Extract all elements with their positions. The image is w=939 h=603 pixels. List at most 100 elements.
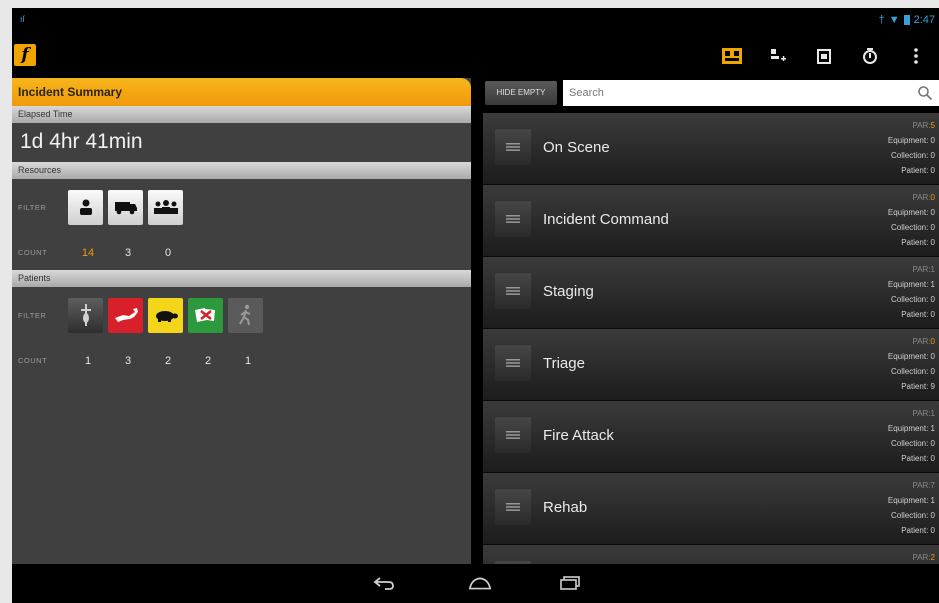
patient-count: Patient: 0 [901, 310, 935, 319]
patients-count-row: COUNT 1 3 2 2 1 [12, 343, 471, 378]
par-value: 0 [930, 337, 935, 346]
par-value: 1 [930, 265, 935, 274]
group-list: On Scene PAR:5 Equipment: 0 Collection: … [483, 113, 939, 564]
par-value: 2 [930, 553, 935, 562]
par-value: 7 [930, 481, 935, 490]
minor-filter-icon[interactable] [188, 297, 223, 333]
group-on-scene[interactable]: On Scene PAR:5 Equipment: 0 Collection: … [483, 113, 939, 185]
apparatus-filter-icon[interactable] [108, 189, 143, 225]
par-value: 1 [930, 409, 935, 418]
walking-count: 1 [244, 354, 252, 367]
tablet-screen: ıſ † ▼ 2:47 f Incident Summary Elapsed T… [12, 8, 939, 603]
elapsed-time-value: 1d 4hr 41min [20, 130, 143, 153]
patient-count: Patient: 0 [901, 526, 935, 535]
drag-handle-icon[interactable] [495, 201, 531, 237]
collection-count: Collection: 0 [890, 223, 935, 232]
resources-filter-row: FILTER [12, 179, 471, 235]
search-input[interactable] [563, 80, 903, 106]
overflow-menu-icon[interactable] [893, 34, 939, 78]
par-value: 0 [930, 193, 935, 202]
collection-count: Collection: 0 [890, 439, 935, 448]
group-stats: PAR:7 Equipment: 1 Collection: 0 Patient… [888, 478, 935, 538]
patient-count: Patient: 0 [901, 454, 935, 463]
incident-summary-panel: Incident Summary Elapsed Time 1d 4hr 41m… [12, 78, 471, 564]
drag-handle-icon[interactable] [495, 273, 531, 309]
equipment-count: Equipment: 1 [887, 280, 935, 289]
equipment-count: Equipment: 0 [887, 352, 935, 361]
collection-count: Collection: 0 [890, 151, 935, 160]
recents-icon[interactable] [558, 572, 582, 594]
group-rehab[interactable]: Rehab PAR:7 Equipment: 1 Collection: 0 P… [483, 473, 939, 545]
status-bar: ıſ † ▼ 2:47 [12, 8, 939, 34]
group-partial[interactable]: PAR:2 [483, 545, 939, 564]
group-stats: PAR:0 Equipment: 0 Collection: 0 Patient… [888, 190, 935, 250]
group-name: Rehab [543, 499, 588, 516]
group-fire-attack[interactable]: Fire Attack PAR:1 Equipment: 1 Collectio… [483, 401, 939, 473]
par-label: PAR: [912, 265, 931, 274]
immediate-rabbit-filter-icon[interactable] [108, 297, 143, 333]
drag-handle-icon[interactable] [495, 417, 531, 453]
group-name: Triage [543, 355, 585, 372]
home-icon[interactable] [468, 572, 492, 594]
hide-empty-button[interactable]: HIDE EMPTY [485, 81, 557, 105]
assign-icon[interactable] [801, 34, 847, 78]
resources-header: Resources [12, 162, 471, 179]
group-name: Incident Command [543, 211, 669, 228]
group-stats: PAR:2 [912, 550, 935, 564]
equipment-count: Equipment: 0 [887, 136, 935, 145]
group-stats: PAR:0 Equipment: 0 Collection: 0 Patient… [888, 334, 935, 394]
patient-count: Patient: 0 [901, 166, 935, 175]
status-icons: † ▼ 2:47 [879, 14, 935, 26]
group-triage[interactable]: Triage PAR:0 Equipment: 0 Collection: 0 … [483, 329, 939, 401]
battery-icon [903, 15, 910, 25]
groups-panel: HIDE EMPTY On Scene PAR:5 Equipment: 0 C… [483, 78, 939, 564]
group-stats: PAR:1 Equipment: 1 Collection: 0 Patient… [888, 406, 935, 466]
patients-filter-label: FILTER [18, 310, 47, 320]
par-label: PAR: [912, 553, 931, 562]
group-staging[interactable]: Staging PAR:1 Equipment: 1 Collection: 0… [483, 257, 939, 329]
par-label: PAR: [912, 121, 931, 130]
crew-filter-icon[interactable] [148, 189, 183, 225]
drag-handle-icon[interactable] [495, 345, 531, 381]
bluetooth-icon: † [878, 14, 885, 26]
delayed-turtle-filter-icon[interactable] [148, 297, 183, 333]
timer-icon[interactable] [847, 34, 893, 78]
search-icon[interactable] [917, 85, 933, 106]
resources-filter-label: FILTER [18, 202, 47, 212]
collection-count: Collection: 0 [890, 511, 935, 520]
back-icon[interactable] [372, 572, 396, 594]
equipment-count: Equipment: 1 [887, 424, 935, 433]
collection-count: Collection: 0 [890, 295, 935, 304]
group-stats: PAR:5 Equipment: 0 Collection: 0 Patient… [888, 118, 935, 178]
walking-filter-icon[interactable] [228, 297, 263, 333]
add-unit-icon[interactable] [755, 34, 801, 78]
patients-count-label: COUNT [18, 356, 48, 365]
groups-toolbar: HIDE EMPTY [483, 78, 939, 108]
summary-header: Incident Summary [12, 78, 471, 106]
par-label: PAR: [912, 193, 931, 202]
par-label: PAR: [912, 409, 931, 418]
patients-header: Patients [12, 270, 471, 287]
group-name: On Scene [543, 139, 610, 156]
clock-text: 2:47 [913, 14, 935, 26]
qr-scan-icon[interactable] [709, 34, 755, 78]
delayed-count: 2 [164, 354, 172, 367]
personnel-count: 14 [81, 246, 95, 259]
group-incident-command[interactable]: Incident Command PAR:0 Equipment: 0 Coll… [483, 185, 939, 257]
personnel-filter-icon[interactable] [68, 189, 103, 225]
par-value: 5 [930, 121, 935, 130]
incident-logo-icon[interactable]: f [14, 44, 36, 66]
drag-handle-icon[interactable] [495, 129, 531, 165]
minor-count: 2 [204, 354, 212, 367]
group-stats: PAR:1 Equipment: 1 Collection: 0 Patient… [888, 262, 935, 322]
drag-handle-icon[interactable] [495, 489, 531, 525]
deceased-filter-icon[interactable] [68, 297, 103, 333]
par-label: PAR: [912, 337, 931, 346]
action-icons [709, 34, 939, 78]
search-box [563, 80, 939, 106]
resources-count-label: COUNT [18, 248, 48, 257]
usb-debug-indicator: ıſ [20, 14, 25, 24]
group-name: Staging [543, 283, 594, 300]
collection-count: Collection: 0 [890, 367, 935, 376]
par-label: PAR: [912, 481, 931, 490]
